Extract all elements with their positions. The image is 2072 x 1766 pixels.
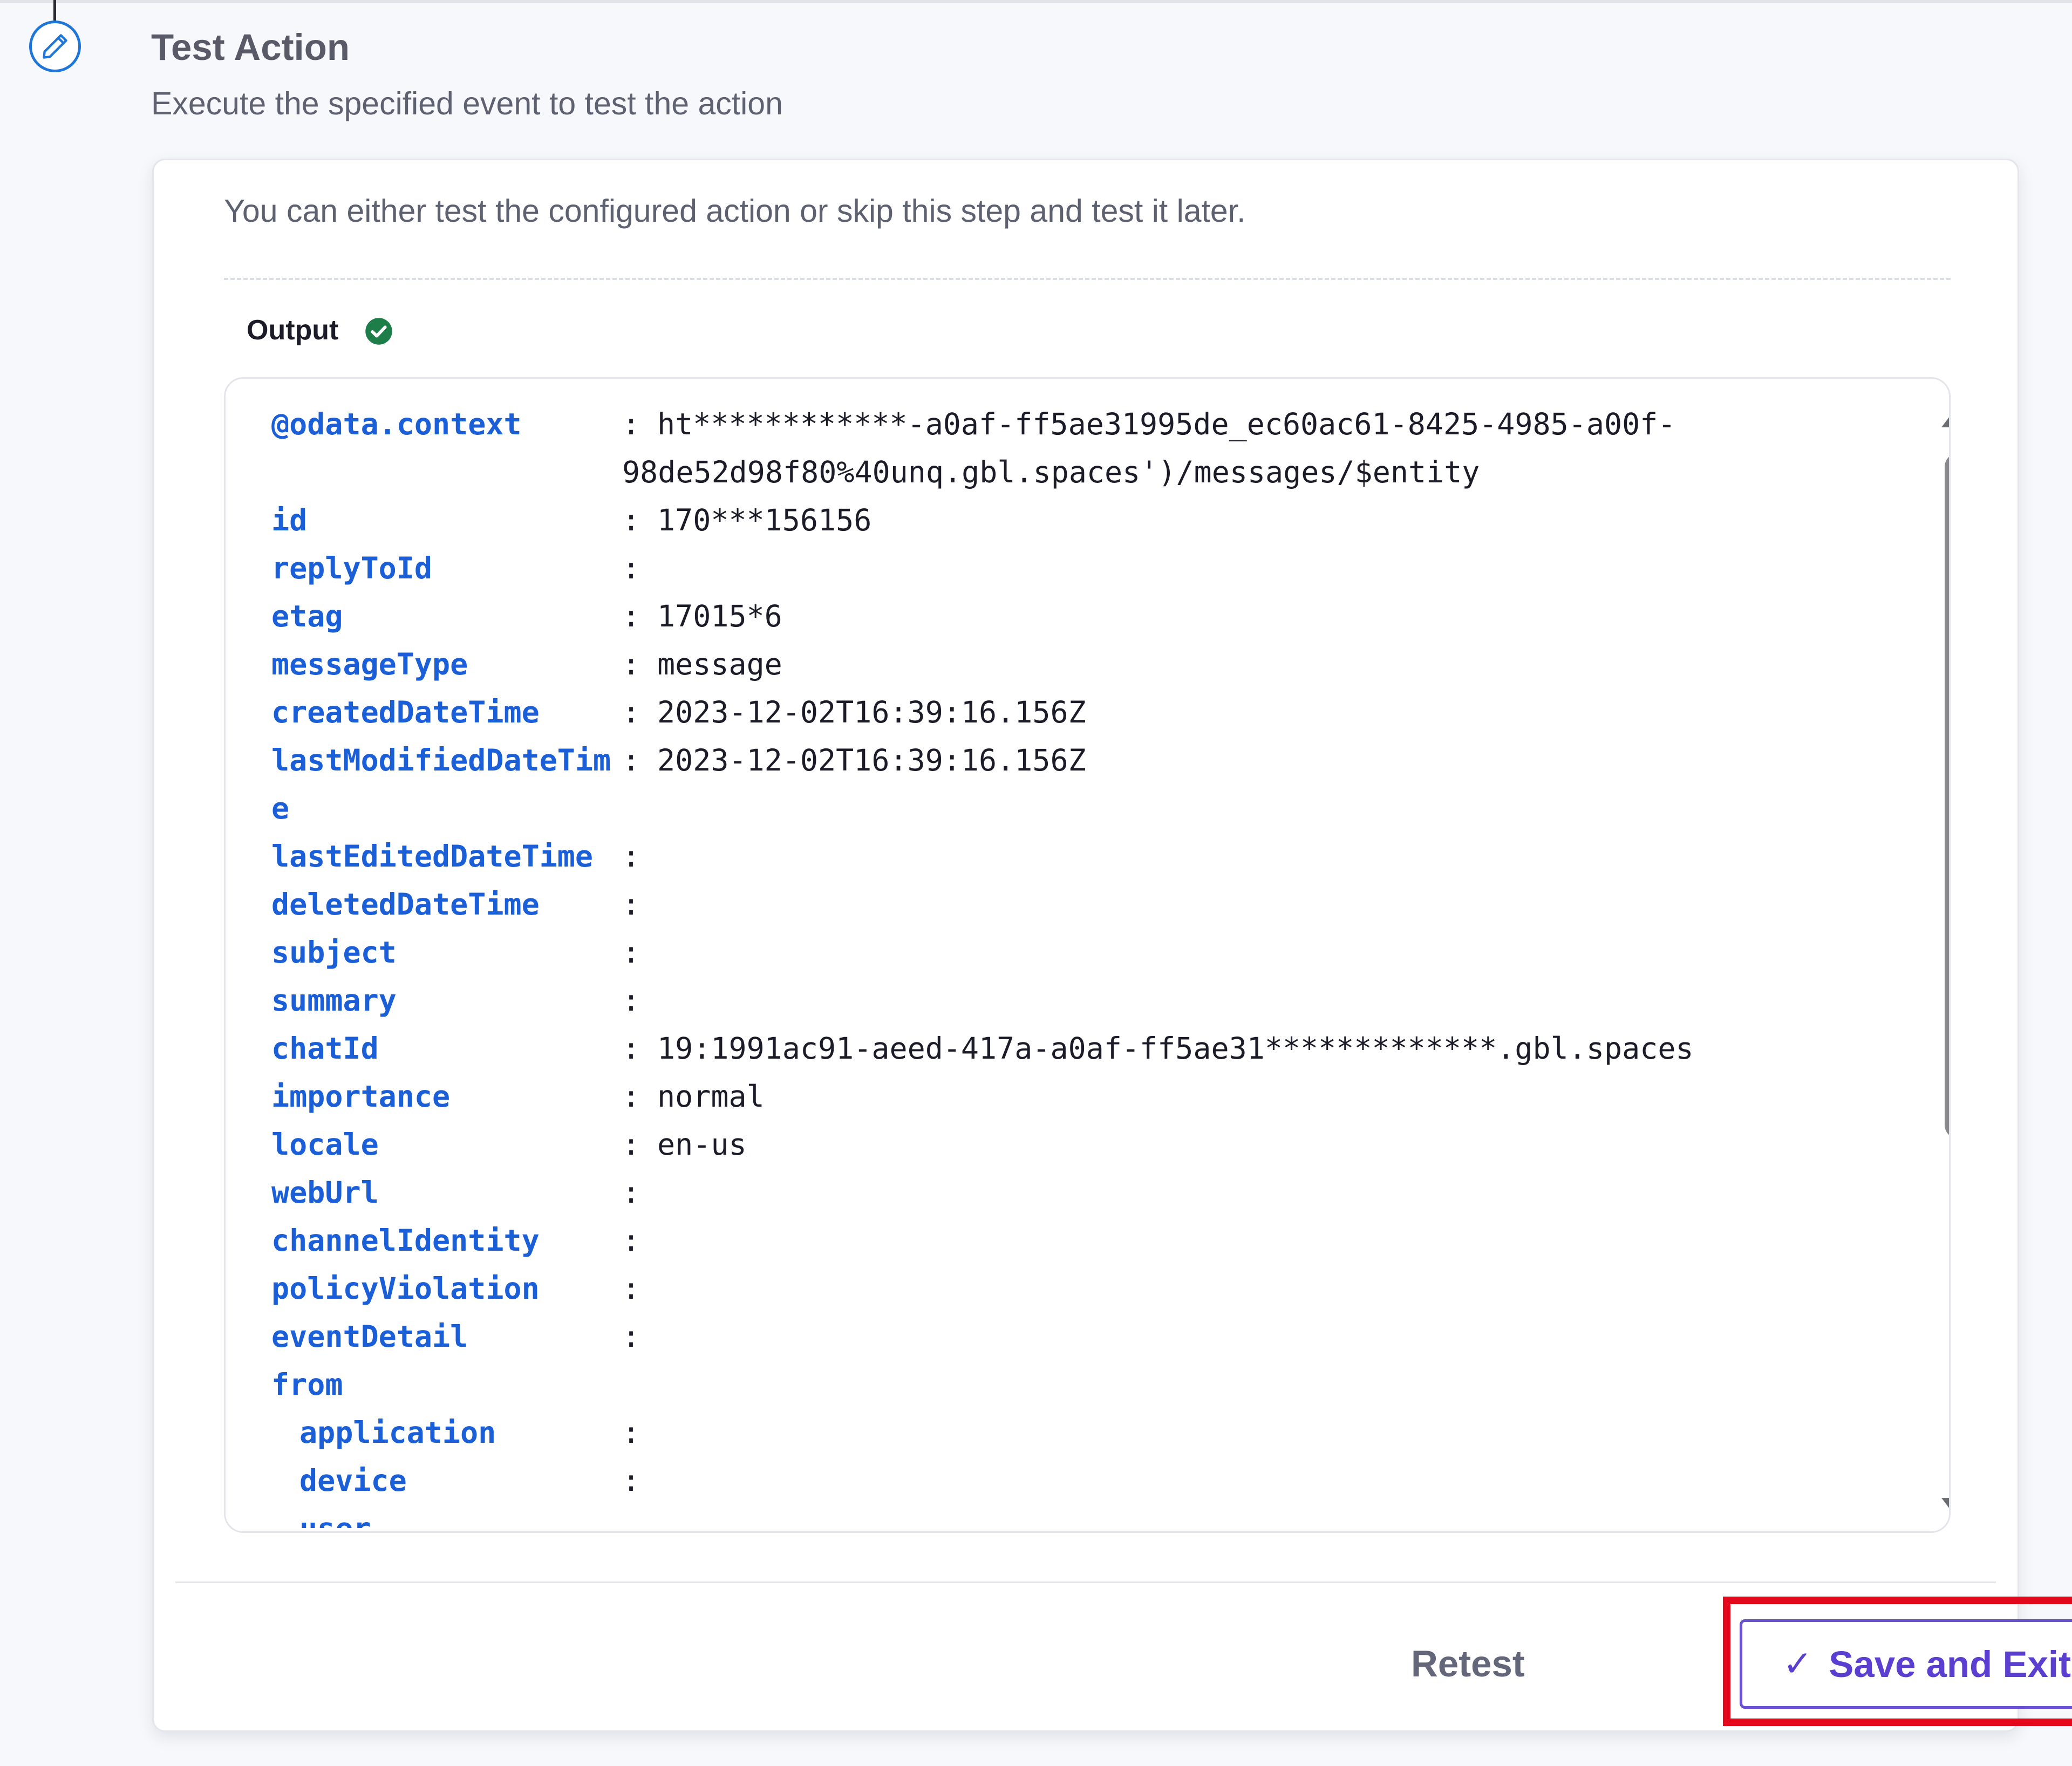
- output-row: id : 170***156156: [271, 496, 1869, 544]
- output-colon: :: [622, 599, 640, 633]
- output-row: chatId : 19:1991ac91-aeed-417a-a0af-ff5a…: [271, 1025, 1869, 1073]
- output-row: deletedDateTime :: [271, 881, 1869, 929]
- output-colon: :: [622, 1175, 640, 1210]
- output-key: chatId: [271, 1031, 379, 1066]
- output-key: channelIdentity: [271, 1223, 540, 1258]
- output-colon: :: [622, 551, 640, 585]
- output-colon: :: [622, 1415, 640, 1450]
- output-row: replyToId :: [271, 544, 1869, 592]
- output-row-nested: user: [271, 1505, 1869, 1528]
- output-key: application: [299, 1415, 496, 1450]
- output-key: id: [271, 503, 308, 537]
- checkmark-icon: ✓: [1782, 1643, 1813, 1685]
- output-colon: :: [622, 1319, 640, 1354]
- output-colon: :: [622, 983, 640, 1018]
- output-row: from: [271, 1361, 1869, 1409]
- output-row: createdDateTime : 2023-12-02T16:39:16.15…: [271, 688, 1869, 737]
- output-value: 98de52d98f80%40unq.gbl.spaces')/messages…: [622, 455, 1480, 489]
- output-row: messageType : message: [271, 640, 1869, 688]
- footer-divider: [175, 1581, 1996, 1583]
- output-key: lastModifiedDateTim: [271, 743, 611, 778]
- output-key: subject: [271, 935, 397, 970]
- output-value: message: [657, 647, 782, 681]
- output-row: lastEditedDateTime :: [271, 833, 1869, 881]
- output-key: policyViolation: [271, 1271, 540, 1306]
- output-key: device: [299, 1463, 407, 1498]
- output-value: ht************-a0af-ff5ae31995de_ec60ac6…: [657, 407, 1676, 441]
- output-value: en-us: [657, 1127, 747, 1162]
- output-colon: :: [622, 1079, 640, 1114]
- output-key: webUrl: [271, 1175, 379, 1210]
- output-key: importance: [271, 1079, 451, 1114]
- step-connector-line: [53, 0, 56, 21]
- output-key: deletedDateTime: [271, 887, 540, 922]
- output-row-key-continuation: e: [271, 785, 1869, 833]
- scrollbar-thumb[interactable]: [1945, 453, 1949, 1138]
- output-colon: :: [622, 1463, 640, 1498]
- test-intro-text: You can either test the configured actio…: [224, 193, 1246, 229]
- output-panel[interactable]: @odata.context : ht************-a0af-ff5…: [224, 377, 1951, 1533]
- scroll-down-arrow-icon[interactable]: [1941, 1498, 1949, 1519]
- output-row-nested: device :: [271, 1457, 1869, 1505]
- output-colon: :: [622, 695, 640, 729]
- output-key: e: [271, 791, 290, 826]
- output-key: from: [271, 1367, 343, 1402]
- test-action-card: You can either test the configured actio…: [152, 159, 2072, 1732]
- check-circle-icon: [365, 318, 392, 345]
- output-colon: :: [622, 935, 640, 970]
- output-key: summary: [271, 983, 397, 1018]
- output-row: lastModifiedDateTim : 2023-12-02T16:39:1…: [271, 737, 1869, 785]
- output-row: subject :: [271, 929, 1869, 977]
- output-key: etag: [271, 599, 343, 633]
- output-row: locale : en-us: [271, 1121, 1869, 1169]
- output-colon: :: [622, 839, 640, 874]
- output-colon: :: [622, 1127, 640, 1162]
- output-row: eventDetail :: [271, 1313, 1869, 1361]
- output-key: messageType: [271, 647, 468, 681]
- output-colon: :: [622, 887, 640, 922]
- output-key: replyToId: [271, 551, 433, 585]
- output-row: policyViolation :: [271, 1265, 1869, 1313]
- output-label: Output: [247, 315, 339, 346]
- scroll-up-arrow-icon[interactable]: [1941, 406, 1949, 427]
- output-value: 17015*6: [657, 599, 782, 633]
- output-colon: :: [622, 743, 640, 778]
- output-key: locale: [271, 1127, 379, 1162]
- output-value: 2023-12-02T16:39:16.156Z: [657, 695, 1086, 729]
- output-key: eventDetail: [271, 1319, 468, 1354]
- save-and-exit-button[interactable]: ✓ Save and Exit: [1740, 1619, 2072, 1709]
- output-row: channelIdentity :: [271, 1217, 1869, 1265]
- dashed-divider: [224, 278, 1951, 280]
- output-key: user: [271, 1505, 622, 1528]
- output-content: @odata.context : ht************-a0af-ff5…: [271, 400, 1869, 1528]
- section-title: Test Action: [151, 26, 350, 68]
- output-value: 19:1991ac91-aeed-417a-a0af-ff5ae31******…: [657, 1031, 1694, 1066]
- output-value: 2023-12-02T16:39:16.156Z: [657, 743, 1086, 778]
- output-colon: :: [622, 1031, 640, 1066]
- output-colon: :: [622, 503, 640, 537]
- save-and-exit-label: Save and Exit: [1829, 1643, 2071, 1685]
- top-divider: [0, 0, 2072, 3]
- output-value: normal: [657, 1079, 765, 1114]
- output-row-nested: application :: [271, 1409, 1869, 1457]
- output-key: @odata.context: [271, 407, 522, 441]
- output-row: webUrl :: [271, 1169, 1869, 1217]
- output-row-continuation: 98de52d98f80%40unq.gbl.spaces')/messages…: [271, 448, 1869, 496]
- output-row: importance : normal: [271, 1073, 1869, 1121]
- output-row: @odata.context : ht************-a0af-ff5…: [271, 400, 1869, 448]
- output-row: summary :: [271, 977, 1869, 1025]
- output-row: etag : 17015*6: [271, 592, 1869, 640]
- output-colon: :: [622, 647, 640, 681]
- output-colon: :: [622, 1271, 640, 1306]
- output-colon: :: [622, 407, 640, 441]
- output-value: 170***156156: [657, 503, 872, 537]
- output-colon: :: [622, 1223, 640, 1258]
- output-key: createdDateTime: [271, 695, 540, 729]
- output-key: lastEditedDateTime: [271, 839, 594, 874]
- retest-button[interactable]: Retest: [1389, 1626, 1546, 1702]
- section-description: Execute the specified event to test the …: [151, 86, 783, 121]
- pencil-icon: [29, 21, 81, 72]
